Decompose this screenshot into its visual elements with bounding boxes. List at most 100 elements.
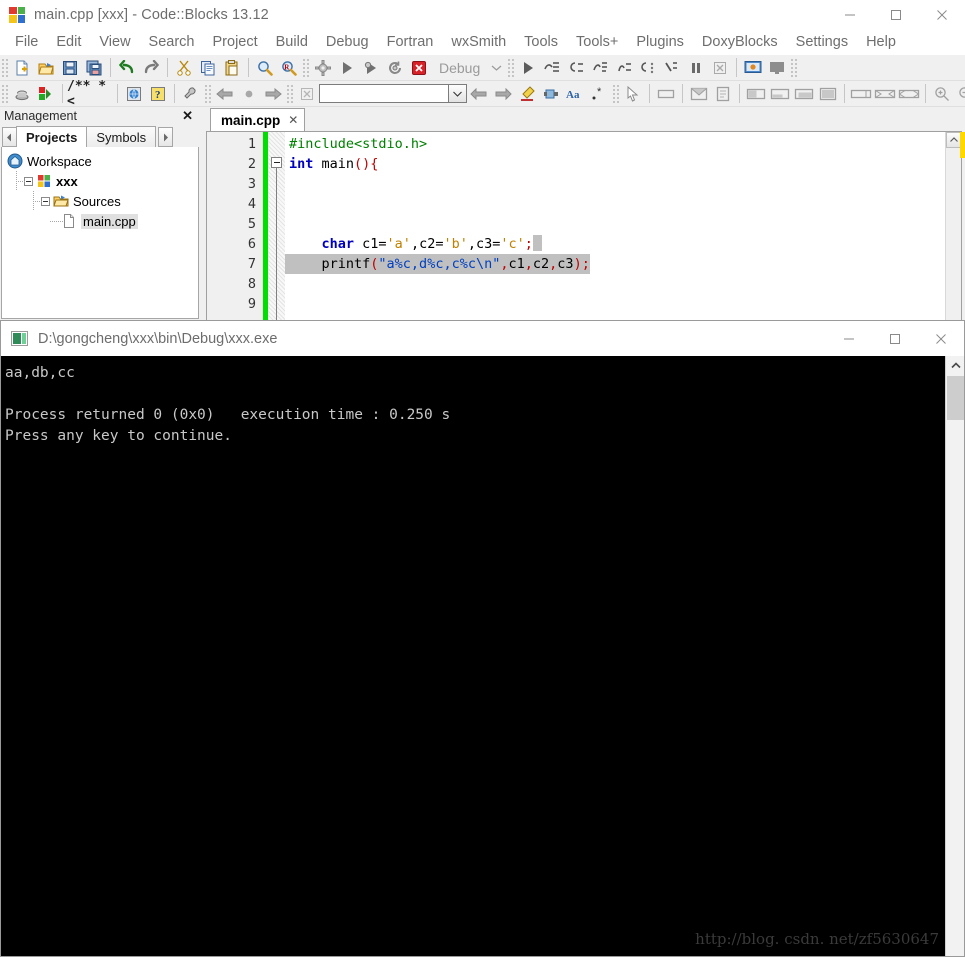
doxyblocks-settings-icon[interactable] bbox=[179, 82, 203, 105]
tree-item-project[interactable]: xxx bbox=[2, 171, 198, 191]
menu-fortran[interactable]: Fortran bbox=[378, 32, 443, 52]
menu-tools[interactable]: Tools bbox=[515, 32, 567, 52]
debug-next-instruction-icon[interactable] bbox=[636, 56, 660, 79]
panel-icon[interactable] bbox=[654, 82, 678, 105]
align-right-icon[interactable] bbox=[792, 82, 816, 105]
debugger-icon[interactable] bbox=[34, 82, 58, 105]
copy-icon[interactable] bbox=[196, 56, 220, 79]
minimize-icon[interactable] bbox=[826, 321, 872, 356]
close-icon[interactable]: ✕ bbox=[179, 108, 196, 124]
scrollbar-thumb[interactable] bbox=[947, 376, 964, 420]
close-icon[interactable] bbox=[919, 0, 965, 29]
expand-h-icon[interactable] bbox=[849, 82, 873, 105]
prev-icon[interactable] bbox=[467, 82, 491, 105]
menu-project[interactable]: Project bbox=[204, 32, 267, 52]
menu-build[interactable]: Build bbox=[267, 32, 317, 52]
project-tree[interactable]: Workspace xxx Sources main.cpp bbox=[1, 147, 199, 319]
toolbar-grip[interactable] bbox=[302, 57, 310, 78]
regex-icon[interactable]: * bbox=[587, 82, 611, 105]
close-icon[interactable]: ✕ bbox=[288, 113, 298, 127]
compiler-icon[interactable] bbox=[10, 82, 34, 105]
redo-icon[interactable] bbox=[139, 56, 163, 79]
menu-plugins[interactable]: Plugins bbox=[627, 32, 693, 52]
shrink-icon[interactable] bbox=[873, 82, 897, 105]
editor-vertical-scrollbar[interactable] bbox=[945, 132, 961, 320]
tab-projects[interactable]: Projects bbox=[16, 126, 88, 147]
build-icon[interactable] bbox=[311, 56, 335, 79]
zoom-out-icon[interactable] bbox=[954, 82, 965, 105]
nav-bookmark-icon[interactable] bbox=[237, 82, 261, 105]
menu-edit[interactable]: Edit bbox=[47, 32, 90, 52]
tab-main-cpp[interactable]: main.cpp ✕ bbox=[210, 108, 306, 131]
tab-symbols[interactable]: Symbols bbox=[86, 126, 157, 147]
debug-step-into-icon[interactable] bbox=[588, 56, 612, 79]
toolbar-grip[interactable] bbox=[1, 57, 9, 78]
scroll-up-icon[interactable] bbox=[946, 356, 964, 375]
tree-item-sources[interactable]: Sources bbox=[2, 191, 198, 211]
align-bottom-icon[interactable] bbox=[768, 82, 792, 105]
replace-icon[interactable]: R bbox=[277, 56, 301, 79]
expand-icon[interactable] bbox=[897, 82, 921, 105]
various-info-icon[interactable] bbox=[765, 56, 789, 79]
toolbar-grip[interactable] bbox=[612, 83, 620, 104]
nav-forward-icon[interactable] bbox=[261, 82, 285, 105]
search-combo[interactable] bbox=[319, 84, 467, 104]
debug-run-to-cursor-icon[interactable] bbox=[540, 56, 564, 79]
next-icon[interactable] bbox=[491, 82, 515, 105]
nav-back-icon[interactable] bbox=[213, 82, 237, 105]
pointer-icon[interactable] bbox=[621, 82, 645, 105]
chevron-down-icon[interactable] bbox=[486, 64, 506, 72]
new-file-icon[interactable] bbox=[10, 56, 34, 79]
menu-tools-plus[interactable]: Tools+ bbox=[567, 32, 627, 52]
highlight-icon[interactable] bbox=[515, 82, 539, 105]
menu-help[interactable]: Help bbox=[857, 32, 905, 52]
open-file-icon[interactable] bbox=[34, 56, 58, 79]
undo-icon[interactable] bbox=[115, 56, 139, 79]
menu-file[interactable]: File bbox=[6, 32, 47, 52]
tree-item-workspace[interactable]: Workspace bbox=[2, 151, 198, 171]
menu-view[interactable]: View bbox=[90, 32, 139, 52]
save-all-icon[interactable] bbox=[82, 56, 106, 79]
sources-expander-icon[interactable] bbox=[41, 196, 50, 206]
dialog-icon[interactable] bbox=[687, 82, 711, 105]
toolbar-grip[interactable] bbox=[1, 83, 9, 104]
project-expander-icon[interactable] bbox=[24, 176, 33, 186]
clear-search-icon[interactable] bbox=[295, 82, 319, 105]
cut-icon[interactable] bbox=[172, 56, 196, 79]
align-left-icon[interactable] bbox=[744, 82, 768, 105]
abort-icon[interactable] bbox=[407, 56, 431, 79]
save-icon[interactable] bbox=[58, 56, 82, 79]
chevron-left-icon[interactable] bbox=[2, 127, 17, 147]
zoom-in-icon[interactable] bbox=[930, 82, 954, 105]
doxyblocks-help-icon[interactable]: ? bbox=[146, 82, 170, 105]
maximize-icon[interactable] bbox=[872, 321, 918, 356]
debug-step-out-icon[interactable] bbox=[612, 56, 636, 79]
toolbar-grip[interactable] bbox=[286, 83, 294, 104]
menu-wxsmith[interactable]: wxSmith bbox=[442, 32, 515, 52]
debug-next-line-icon[interactable] bbox=[564, 56, 588, 79]
menu-settings[interactable]: Settings bbox=[787, 32, 857, 52]
build-target-combo[interactable]: Debug bbox=[431, 57, 507, 78]
match-case-icon[interactable]: Aa bbox=[563, 82, 587, 105]
doxyblocks-run-icon[interactable] bbox=[122, 82, 146, 105]
run-icon[interactable] bbox=[335, 56, 359, 79]
find-icon[interactable] bbox=[253, 56, 277, 79]
menu-search[interactable]: Search bbox=[140, 32, 204, 52]
code-content[interactable]: #include<stdio.h> int main(){ char c1='a… bbox=[285, 132, 945, 320]
build-and-run-icon[interactable] bbox=[359, 56, 383, 79]
rebuild-icon[interactable] bbox=[383, 56, 407, 79]
debug-continue-icon[interactable] bbox=[516, 56, 540, 79]
fold-margin[interactable] bbox=[268, 132, 285, 320]
console-output-area[interactable]: aa,db,cc Process returned 0 (0x0) execut… bbox=[1, 356, 964, 956]
close-icon[interactable] bbox=[918, 321, 964, 356]
frame-icon[interactable] bbox=[711, 82, 735, 105]
debug-step-into-instruction-icon[interactable] bbox=[660, 56, 684, 79]
debug-stop-icon[interactable] bbox=[708, 56, 732, 79]
doxyblocks-comment-icon[interactable]: /** *< bbox=[67, 79, 113, 109]
minimize-icon[interactable] bbox=[827, 0, 873, 29]
search-input[interactable] bbox=[319, 84, 449, 103]
selection-icon[interactable] bbox=[539, 82, 563, 105]
fold-toggle-icon[interactable] bbox=[271, 157, 282, 168]
toolbar-grip[interactable] bbox=[507, 57, 516, 78]
toolbar-grip[interactable] bbox=[790, 57, 799, 78]
